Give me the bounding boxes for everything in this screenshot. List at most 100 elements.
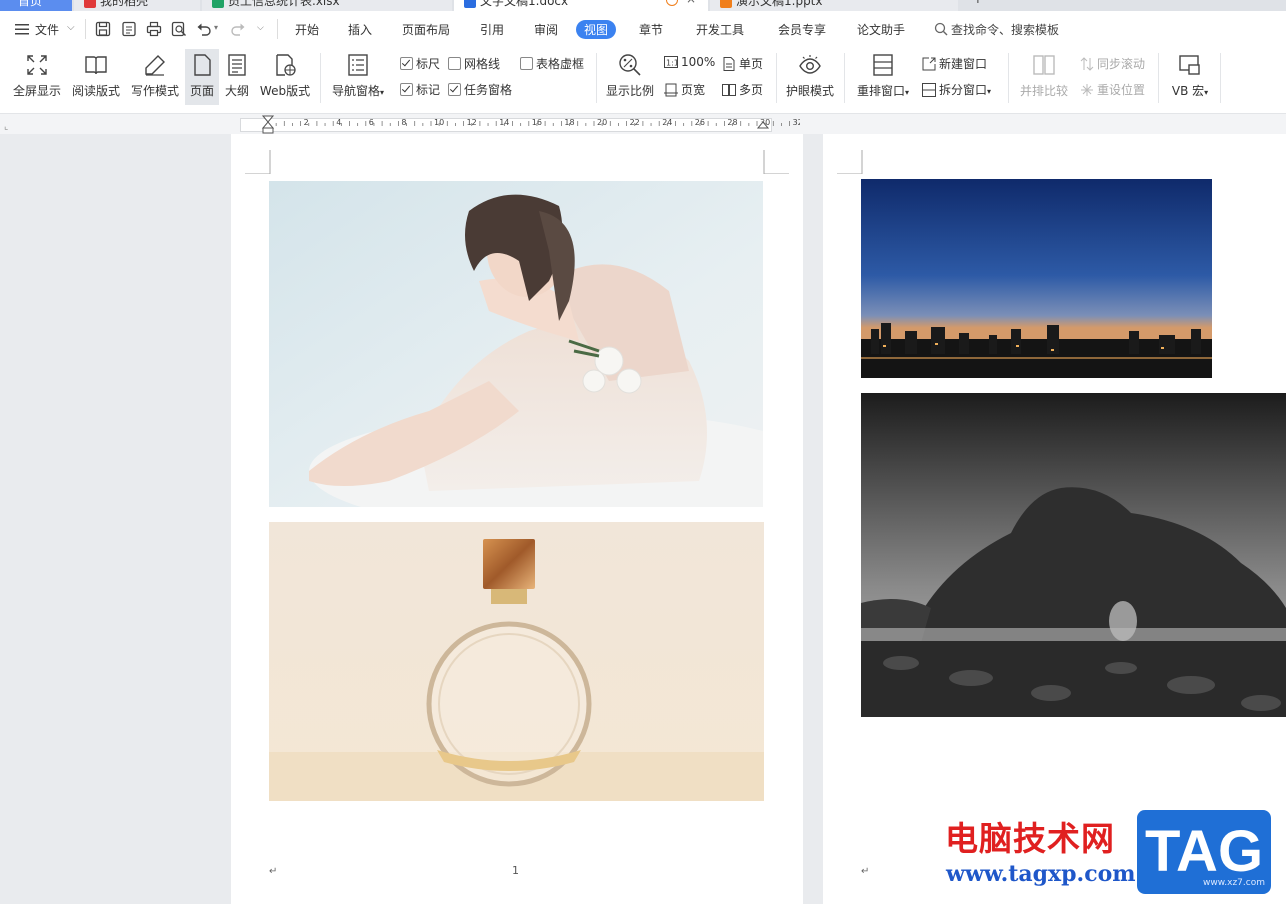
checkbox-checked-icon xyxy=(400,57,413,70)
chevron-down-icon[interactable]: ⌵ xyxy=(67,22,75,33)
web-layout-label: Web版式 xyxy=(259,84,311,98)
ruler-label: 2 xyxy=(304,118,309,127)
photo-rock-arch-bw[interactable] xyxy=(861,393,1286,717)
tag-logo: TAG www.xz7.com xyxy=(1137,810,1271,894)
undo-icon[interactable] xyxy=(196,21,212,40)
writing-mode-label: 写作模式 xyxy=(130,84,179,98)
menu-page-layout[interactable]: 页面布局 xyxy=(402,21,450,38)
undo-dropdown-icon[interactable]: ▾ xyxy=(214,23,218,32)
photo-city-skyline-dusk[interactable] xyxy=(861,179,1212,378)
menu-member[interactable]: 会员专享 xyxy=(778,21,826,38)
zoom-label: 显示比例 xyxy=(605,84,654,98)
sync-scroll-button[interactable]: 同步滚动 xyxy=(1080,55,1145,72)
menu-insert[interactable]: 插入 xyxy=(348,21,372,38)
save-icon[interactable] xyxy=(95,21,111,40)
menu-developer[interactable]: 开发工具 xyxy=(696,21,744,38)
side-by-side-icon xyxy=(1033,55,1055,75)
watermark-site-name: 电脑技术网 xyxy=(945,819,1115,858)
checkbox-checked-icon xyxy=(448,83,461,96)
fullscreen-icon xyxy=(27,55,47,75)
ruler-label: 14 xyxy=(499,118,509,127)
fullscreen-button[interactable]: 全屏显示 xyxy=(8,49,66,105)
side-by-side-button[interactable]: 并排比较 xyxy=(1016,49,1072,105)
menu-chapter[interactable]: 章节 xyxy=(639,21,663,38)
writing-mode-button[interactable]: 写作模式 xyxy=(128,49,182,105)
web-layout-button[interactable]: Web版式 xyxy=(258,49,312,105)
outline-button[interactable]: 大纲 xyxy=(222,49,252,105)
vb-macro-button[interactable]: VB 宏▾ xyxy=(1166,49,1214,105)
zoom-percent-icon xyxy=(619,54,641,76)
rearrange-windows-button[interactable]: 重排窗口▾ xyxy=(852,49,914,105)
vb-macro-label: VB 宏▾ xyxy=(1171,84,1209,98)
tab-document-active[interactable]: 文字文稿1.docx × xyxy=(454,0,708,11)
split-window-button[interactable]: 拆分窗口▾ xyxy=(922,81,991,98)
print-icon[interactable] xyxy=(146,21,162,40)
new-window-button[interactable]: 新建窗口 xyxy=(922,55,987,72)
marks-checkbox[interactable]: 标记 xyxy=(400,81,440,98)
tab-label: 我的稻壳 xyxy=(100,0,149,8)
page-width-button[interactable]: 页宽 xyxy=(664,81,705,98)
multi-page-button[interactable]: 多页 xyxy=(722,81,763,98)
rearrange-windows-label: 重排窗口▾ xyxy=(856,84,910,98)
reading-layout-button[interactable]: 阅读版式 xyxy=(70,49,122,105)
tab-presentation[interactable]: 演示文稿1.pptx xyxy=(710,0,958,11)
tab-spreadsheet[interactable]: 员工信息统计表.xlsx xyxy=(202,0,452,11)
document-page-1[interactable]: ↵ 1 xyxy=(231,134,803,904)
ruler-label: 4 xyxy=(336,118,341,127)
horizontal-ruler[interactable]: ⌞ 2468101214161820222426283032 xyxy=(0,114,1286,134)
watermark-url: www.tagxp.com xyxy=(946,861,1136,887)
search-icon[interactable] xyxy=(934,22,948,39)
menu-start[interactable]: 开始 xyxy=(295,21,319,38)
hamburger-menu-icon[interactable] xyxy=(15,24,29,38)
menu-thesis[interactable]: 论文助手 xyxy=(857,21,905,38)
document-page-2[interactable]: ↵ xyxy=(823,134,1286,904)
divider xyxy=(1008,53,1009,103)
ruler-label: 28 xyxy=(727,118,737,127)
task-pane-checkbox[interactable]: 任务窗格 xyxy=(448,81,512,98)
tab-label: 首页 xyxy=(18,0,43,8)
ruler-label: 8 xyxy=(401,118,406,127)
page-view-label: 页面 xyxy=(189,84,214,98)
photo-woman-in-white-dress[interactable] xyxy=(269,181,763,507)
zoom-100-button[interactable]: 1:1 100% xyxy=(664,55,715,69)
zoom-button[interactable]: 显示比例 xyxy=(603,49,657,105)
eye-care-mode-button[interactable]: 护眼模式 xyxy=(782,49,838,105)
single-page-button[interactable]: 单页 xyxy=(722,55,763,72)
reading-layout-label: 阅读版式 xyxy=(71,84,120,98)
print-preview-icon[interactable] xyxy=(171,21,187,40)
outline-label: 大纲 xyxy=(224,84,249,98)
unsaved-indicator-icon xyxy=(666,0,678,6)
table-gridlines-checkbox[interactable]: 表格虚框 xyxy=(520,55,584,72)
close-tab-icon[interactable]: × xyxy=(686,0,696,6)
web-globe-icon xyxy=(276,54,296,76)
menu-references[interactable]: 引用 xyxy=(480,21,504,38)
eye-care-label: 护眼模式 xyxy=(785,84,834,98)
quick-access-dropdown-icon[interactable]: ⌵ xyxy=(257,23,264,33)
tab-stop-selector-icon[interactable]: ⌞ xyxy=(4,122,8,132)
checkbox-checked-icon xyxy=(400,83,413,96)
divider xyxy=(320,53,321,103)
page-width-icon xyxy=(664,83,678,97)
ruler-label: 6 xyxy=(369,118,374,127)
new-tab-button[interactable]: + xyxy=(972,0,984,7)
gridlines-checkbox[interactable]: 网格线 xyxy=(448,55,500,72)
navigation-pane-button[interactable]: 导航窗格▾ xyxy=(328,49,388,105)
command-search-input[interactable]: 查找命令、搜索模板 xyxy=(951,21,1059,38)
page-view-button-selected[interactable]: 页面 xyxy=(185,49,219,105)
view-ribbon: 全屏显示 阅读版式 写作模式 页面 大纲 Web版式 导航窗格▾ 标尺 网格线 … xyxy=(0,49,1286,114)
ruler-label: 32 xyxy=(793,118,800,127)
export-pdf-icon[interactable] xyxy=(121,21,137,40)
ruler-label: 20 xyxy=(597,118,607,127)
multi-page-icon xyxy=(722,84,736,96)
file-menu[interactable]: 文件 xyxy=(35,21,59,38)
menu-review[interactable]: 审阅 xyxy=(534,21,558,38)
tab-docer[interactable]: 我的稻壳 xyxy=(74,0,200,11)
fullscreen-label: 全屏显示 xyxy=(12,84,61,98)
menu-view-active[interactable]: 视图 xyxy=(576,20,617,39)
redo-icon[interactable] xyxy=(230,21,246,40)
photo-perfume-bottle[interactable] xyxy=(269,522,764,801)
eye-icon xyxy=(799,55,821,74)
tab-home[interactable]: 首页 xyxy=(0,0,72,11)
reset-position-button[interactable]: 重设位置 xyxy=(1080,81,1145,98)
ruler-checkbox[interactable]: 标尺 xyxy=(400,55,440,72)
